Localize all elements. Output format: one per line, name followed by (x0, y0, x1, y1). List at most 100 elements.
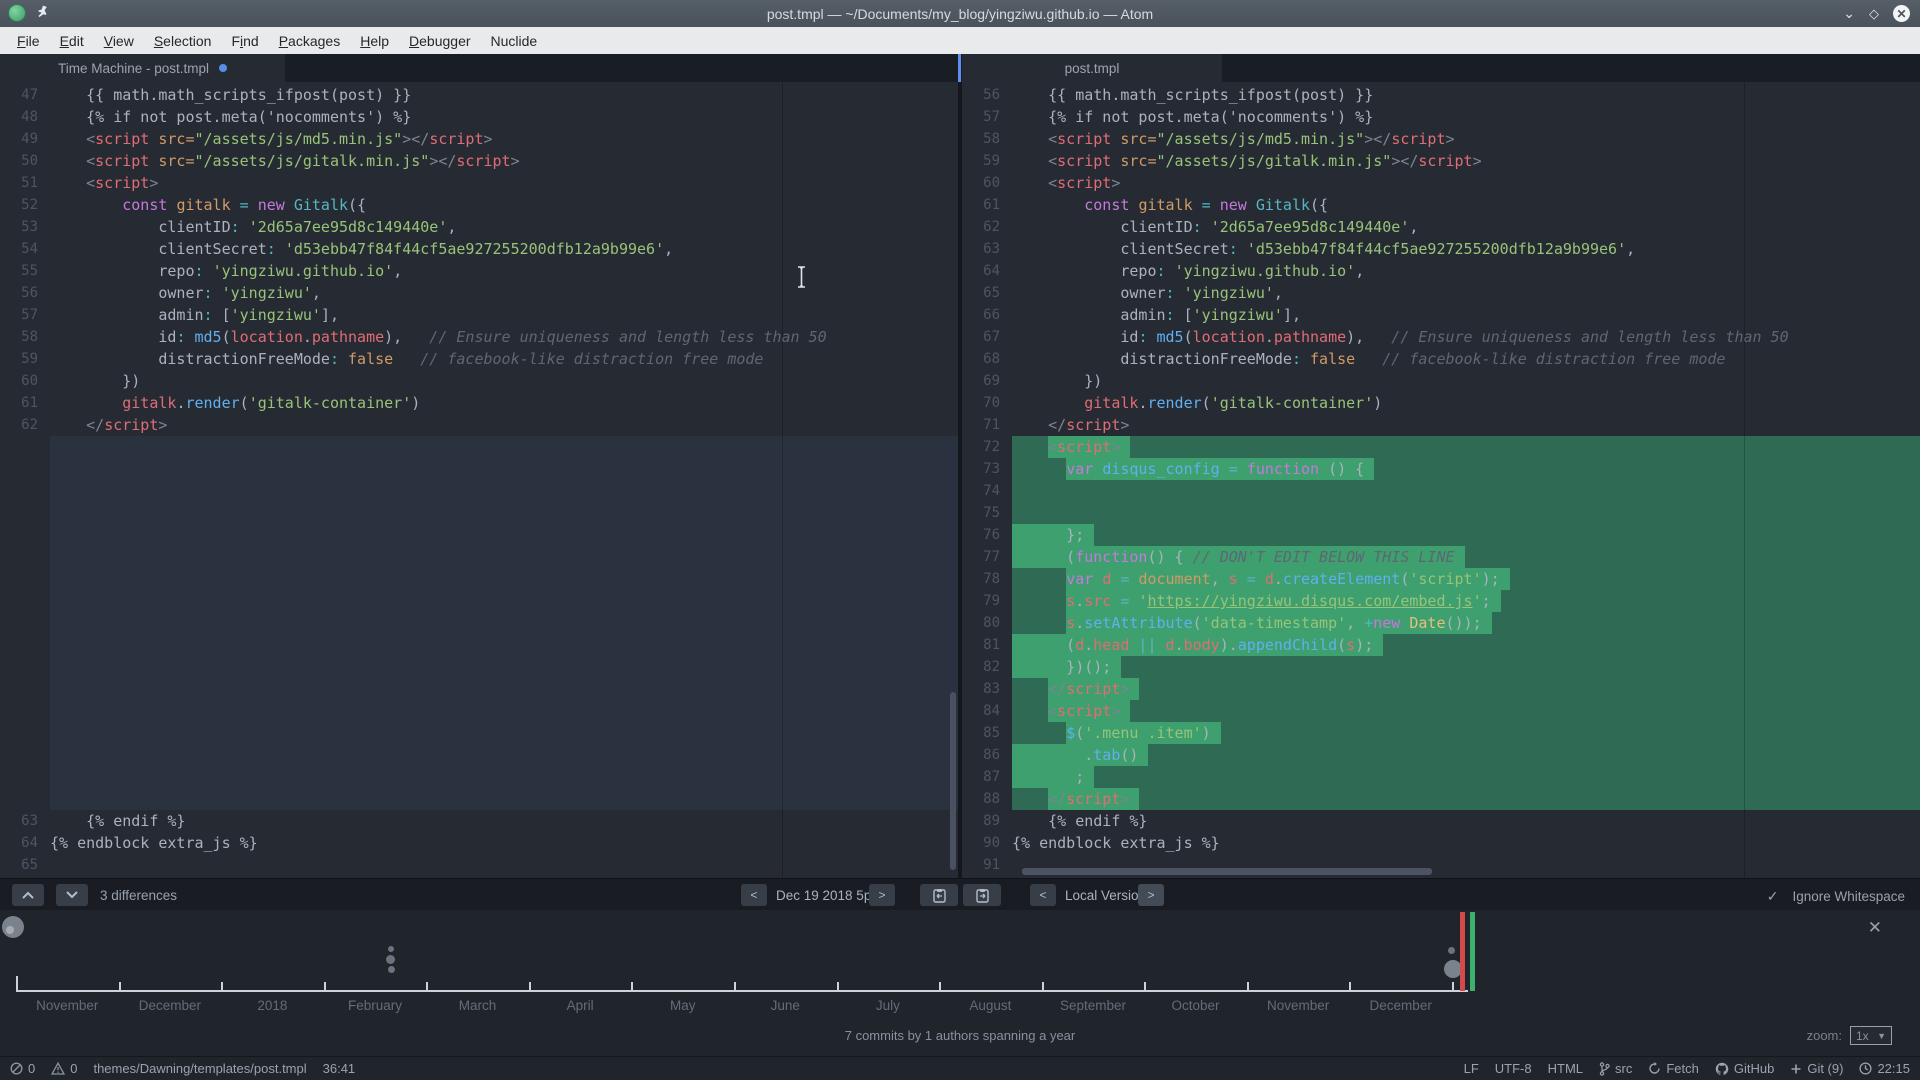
code-line[interactable]: 55 repo: 'yingziwu.github.io', (0, 260, 958, 282)
code-line[interactable]: 78 var d = document, s = d.createElement… (962, 568, 1920, 590)
warning-count[interactable]: 0 (51, 1061, 77, 1076)
code-line[interactable]: 62 clientID: '2d65a7ee95d8c149440e', (962, 216, 1920, 238)
grammar[interactable]: HTML (1548, 1061, 1583, 1076)
code-line[interactable]: 81 (d.head || d.body).appendChild(s); (962, 634, 1920, 656)
code-line[interactable]: 64 repo: 'yingziwu.github.io', (962, 260, 1920, 282)
code-line[interactable]: 89 {% endif %} (962, 810, 1920, 832)
file-path[interactable]: themes/Dawning/templates/post.tmpl (93, 1061, 306, 1076)
copy-to-left-button[interactable] (920, 884, 958, 906)
error-count[interactable]: 0 (10, 1061, 35, 1076)
close-icon[interactable]: ✕ (1893, 5, 1910, 22)
commit-dot[interactable] (1448, 947, 1455, 954)
code-line[interactable]: 67 id: md5(location.pathname), // Ensure… (962, 326, 1920, 348)
code-line[interactable]: 47 {{ math.math_scripts_ifpost(post) }} (0, 84, 958, 106)
github-button[interactable]: GitHub (1715, 1061, 1774, 1076)
commit-dot[interactable] (386, 955, 395, 964)
git-branch[interactable]: src (1599, 1061, 1632, 1076)
code-line[interactable]: 61 const gitalk = new Gitalk({ (962, 194, 1920, 216)
cursor-position[interactable]: 36:41 (323, 1061, 356, 1076)
code-line[interactable]: 59 <script src="/assets/js/gitalk.min.js… (962, 150, 1920, 172)
code-line[interactable]: 84 <script> (962, 700, 1920, 722)
tab-post-tmpl[interactable]: post.tmpl (962, 54, 1222, 82)
git-plus-status[interactable]: Git (9) (1790, 1061, 1843, 1076)
code-line[interactable]: 74 this.page.url = '{{ abs_link(_link("r… (962, 480, 1920, 502)
code-line[interactable]: 61 gitalk.render('gitalk-container') (0, 392, 958, 414)
code-line[interactable]: 62 </script> (0, 414, 958, 436)
code-line[interactable]: 60 <script> (962, 172, 1920, 194)
prev-diff-button[interactable] (12, 884, 44, 906)
commit-dot[interactable] (388, 946, 394, 952)
code-line[interactable]: 80 s.setAttribute('data-timestamp', +new… (962, 612, 1920, 634)
code-line[interactable]: 63 clientSecret: 'd53ebb47f84f44cf5ae927… (962, 238, 1920, 260)
code-line[interactable]: 56 {{ math.math_scripts_ifpost(post) }} (962, 84, 1920, 106)
menu-selection[interactable]: Selection (145, 30, 221, 52)
code-line[interactable]: 50 <script src="/assets/js/gitalk.min.js… (0, 150, 958, 172)
left-vertical-scrollbar[interactable] (950, 692, 956, 870)
code-line[interactable]: 86 .tab() (962, 744, 1920, 766)
code-line[interactable]: 59 distractionFreeMode: false // faceboo… (0, 348, 958, 370)
code-line[interactable]: 83 </script> (962, 678, 1920, 700)
code-line[interactable]: 71 </script> (962, 414, 1920, 436)
code-line[interactable]: 87 ; (962, 766, 1920, 788)
code-line[interactable]: 68 distractionFreeMode: false // faceboo… (962, 348, 1920, 370)
next-diff-button[interactable] (56, 884, 88, 906)
code-line[interactable]: 58 id: md5(location.pathname), // Ensure… (0, 326, 958, 348)
code-line[interactable]: 48 {% if not post.meta('nocomments') %} (0, 106, 958, 128)
code-line[interactable]: 72 <script> (962, 436, 1920, 458)
right-horizontal-scrollbar[interactable] (1022, 868, 1432, 875)
tab-time-machine[interactable]: Time Machine - post.tmpl (0, 54, 285, 82)
commit-dot[interactable] (388, 966, 395, 973)
prev-version-button[interactable]: < (1030, 884, 1056, 906)
minimize-icon[interactable]: ⌄ (1843, 5, 1855, 22)
editor-pane-left[interactable]: 47 {{ math.math_scripts_ifpost(post) }}4… (0, 82, 958, 878)
code-line[interactable]: 63 {% endif %} (0, 810, 958, 832)
code-line[interactable]: 51 <script> (0, 172, 958, 194)
commit-bubble[interactable] (2, 916, 24, 938)
code-line[interactable]: 57 admin: ['yingziwu'], (0, 304, 958, 326)
next-version-button[interactable]: > (1138, 884, 1164, 906)
code-line[interactable]: 76 }; (962, 524, 1920, 546)
code-line[interactable]: 85 $('.menu .item') (962, 722, 1920, 744)
code-line[interactable]: 88 </script> (962, 788, 1920, 810)
code-line[interactable]: 75 this.page.identifier = md5(location.p… (962, 502, 1920, 524)
code-line[interactable]: 90{% endblock extra_js %} (962, 832, 1920, 854)
encoding[interactable]: UTF-8 (1495, 1061, 1532, 1076)
fetch-button[interactable]: Fetch (1648, 1061, 1699, 1076)
code-line[interactable]: 66 admin: ['yingziwu'], (962, 304, 1920, 326)
line-ending[interactable]: LF (1464, 1061, 1479, 1076)
menu-find[interactable]: Find (222, 30, 267, 52)
code-line[interactable]: 65 owner: 'yingziwu', (962, 282, 1920, 304)
code-line[interactable]: 60 }) (0, 370, 958, 392)
code-line[interactable]: 73 var disqus_config = function () { (962, 458, 1920, 480)
next-commit-button[interactable]: > (869, 884, 895, 906)
code-line[interactable]: 70 gitalk.render('gitalk-container') (962, 392, 1920, 414)
menu-edit[interactable]: Edit (51, 30, 93, 52)
code-line[interactable]: 56 owner: 'yingziwu', (0, 282, 958, 304)
prev-commit-button[interactable]: < (741, 884, 767, 906)
code-line[interactable]: 52 const gitalk = new Gitalk({ (0, 194, 958, 216)
code-line[interactable]: 49 <script src="/assets/js/md5.min.js"><… (0, 128, 958, 150)
ignore-whitespace-label[interactable]: Ignore Whitespace (1792, 889, 1905, 904)
code-line[interactable]: 54 clientSecret: 'd53ebb47f84f44cf5ae927… (0, 238, 958, 260)
menu-file[interactable]: File (8, 30, 49, 52)
editor-pane-right[interactable]: 56 {{ math.math_scripts_ifpost(post) }}5… (962, 82, 1920, 878)
timeline-close-icon[interactable]: ✕ (1868, 918, 1882, 938)
code-line[interactable]: 53 clientID: '2d65a7ee95d8c149440e', (0, 216, 958, 238)
code-line[interactable]: 64{% endblock extra_js %} (0, 832, 958, 854)
code-line[interactable]: 69 }) (962, 370, 1920, 392)
code-line[interactable]: 82 })(); (962, 656, 1920, 678)
menu-packages[interactable]: Packages (270, 30, 350, 52)
menu-nuclide[interactable]: Nuclide (482, 30, 547, 52)
maximize-icon[interactable]: ◇ (1869, 6, 1879, 22)
menu-debugger[interactable]: Debugger (400, 30, 480, 52)
code-line[interactable]: 57 {% if not post.meta('nocomments') %} (962, 106, 1920, 128)
code-line[interactable]: 58 <script src="/assets/js/md5.min.js"><… (962, 128, 1920, 150)
copy-to-right-button[interactable] (963, 884, 1001, 906)
zoom-select[interactable]: 1x▼ (1850, 1026, 1892, 1045)
menu-help[interactable]: Help (351, 30, 398, 52)
check-icon[interactable]: ✓ (1767, 888, 1779, 905)
code-line[interactable]: 77 (function() { // DON'T EDIT BELOW THI… (962, 546, 1920, 568)
code-line[interactable]: 65 (0, 854, 958, 876)
code-line[interactable]: 79 s.src = 'https://yingziwu.disqus.com/… (962, 590, 1920, 612)
menu-view[interactable]: View (95, 30, 143, 52)
